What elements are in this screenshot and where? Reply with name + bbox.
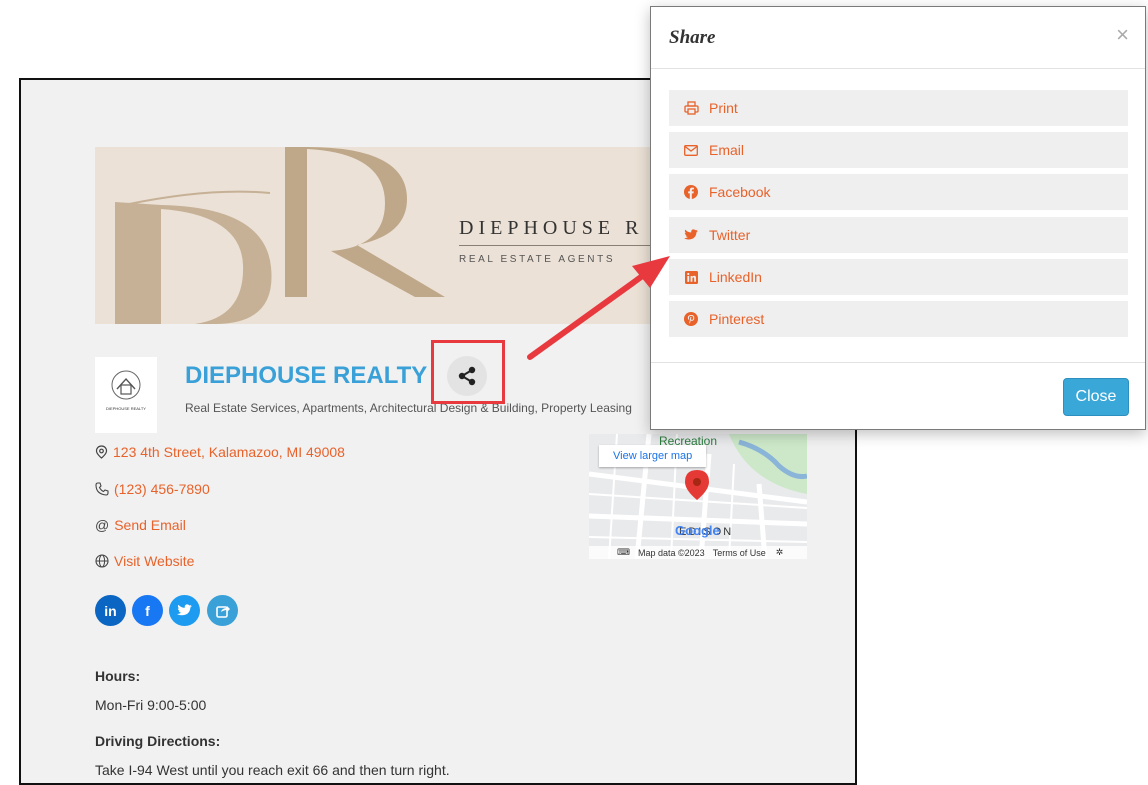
phone-link[interactable]: (123) 456-7890 bbox=[114, 481, 210, 497]
envelope-icon bbox=[683, 142, 699, 158]
email-row[interactable]: @ Send Email bbox=[95, 517, 186, 533]
twitter-social-button[interactable] bbox=[169, 595, 200, 626]
share-item-label: Pinterest bbox=[709, 311, 765, 327]
printer-icon bbox=[683, 100, 699, 116]
at-sign-icon: @ bbox=[95, 517, 110, 533]
share-email-item[interactable]: Email bbox=[669, 132, 1128, 168]
facebook-icon bbox=[683, 184, 699, 200]
twitter-icon bbox=[683, 227, 699, 243]
share-item-label: Twitter bbox=[709, 227, 751, 243]
terms-of-use-link[interactable]: Terms of Use bbox=[713, 548, 766, 558]
visit-website-link[interactable]: Visit Website bbox=[114, 553, 194, 569]
share-twitter-item[interactable]: Twitter bbox=[669, 217, 1128, 253]
linkedin-icon: in bbox=[104, 602, 117, 619]
hours-label: Hours: bbox=[95, 668, 141, 684]
logo-caption: DIEPHOUSE REALTY bbox=[106, 406, 146, 411]
modal-footer: Close bbox=[651, 362, 1145, 430]
share-button-highlight bbox=[431, 340, 505, 404]
business-name[interactable]: DIEPHOUSE REALTY bbox=[185, 362, 427, 390]
report-bug-icon[interactable]: ✲ bbox=[776, 547, 784, 558]
banner-image: DIEPHOUSE R REAL ESTATE AGENTS bbox=[95, 147, 695, 324]
globe-icon bbox=[95, 554, 109, 568]
house-logo-icon bbox=[111, 370, 141, 400]
pinterest-icon bbox=[683, 311, 699, 327]
share-item-label: Print bbox=[709, 100, 738, 116]
phone-row[interactable]: (123) 456-7890 bbox=[95, 481, 210, 497]
share-item-label: Email bbox=[709, 142, 745, 158]
share-modal: Share × Print Email Facebook Twitter Lin… bbox=[650, 6, 1146, 430]
brand-tagline: REAL ESTATE AGENTS bbox=[459, 254, 616, 265]
facebook-social-button[interactable]: f bbox=[132, 595, 163, 626]
twitter-bird-icon bbox=[177, 604, 192, 616]
brand-wordmark: DIEPHOUSE R bbox=[459, 217, 644, 239]
address-row[interactable]: 123 4th Street, Kalamazoo, MI 49008 bbox=[95, 444, 345, 460]
phone-icon bbox=[95, 482, 109, 496]
address-link[interactable]: 123 4th Street, Kalamazoo, MI 49008 bbox=[113, 444, 345, 460]
close-icon[interactable]: × bbox=[1116, 24, 1129, 46]
modal-title: Share bbox=[669, 27, 716, 48]
modal-header: Share × bbox=[651, 7, 1145, 69]
view-larger-map-link[interactable]: View larger map bbox=[599, 445, 707, 467]
share-linkedin-item[interactable]: LinkedIn bbox=[669, 259, 1128, 295]
share-item-label: Facebook bbox=[709, 184, 771, 200]
linkedin-social-button[interactable]: in bbox=[95, 595, 126, 626]
share-square-icon bbox=[215, 605, 230, 618]
close-button[interactable]: Close bbox=[1063, 378, 1129, 416]
send-email-link[interactable]: Send Email bbox=[114, 517, 186, 533]
embedded-map[interactable]: Recreation View larger map EDISON Google… bbox=[589, 434, 807, 559]
directions-value: Take I-94 West until you reach exit 66 a… bbox=[95, 762, 450, 778]
directions-label: Driving Directions: bbox=[95, 733, 221, 749]
keyboard-icon[interactable]: ⌨ bbox=[617, 547, 630, 558]
linkedin-icon bbox=[683, 269, 699, 285]
business-categories: Real Estate Services, Apartments, Archit… bbox=[185, 401, 632, 415]
map-attribution: Map data ©2023 bbox=[638, 547, 705, 558]
share-social-button[interactable] bbox=[207, 595, 238, 626]
share-facebook-item[interactable]: Facebook bbox=[669, 174, 1128, 210]
share-pinterest-item[interactable]: Pinterest bbox=[669, 301, 1128, 337]
map-footer: ⌨ Map data ©2023 Terms of Use ✲ bbox=[589, 546, 807, 559]
google-logo: Google bbox=[675, 523, 720, 538]
facebook-icon: f bbox=[145, 602, 150, 619]
business-logo: DIEPHOUSE REALTY bbox=[95, 357, 157, 433]
share-item-label: LinkedIn bbox=[709, 269, 762, 285]
map-pin-icon bbox=[95, 445, 108, 459]
hours-value: Mon-Fri 9:00-5:00 bbox=[95, 697, 207, 713]
website-row[interactable]: Visit Website bbox=[95, 553, 194, 569]
share-print-item[interactable]: Print bbox=[669, 90, 1128, 126]
